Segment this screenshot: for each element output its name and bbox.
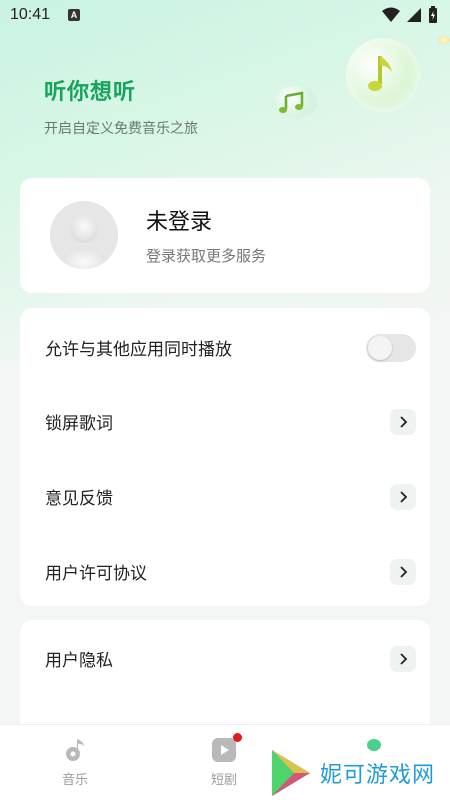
wifi-icon [382, 7, 400, 22]
setting-label: 允许与其他应用同时播放 [45, 340, 232, 360]
status-time: 10:41 [10, 6, 51, 23]
watermark-text: 妮可游戏网 [320, 763, 436, 788]
setting-row-lockscreen-lyrics[interactable]: 锁屏歌词 [20, 384, 430, 459]
battery-icon [429, 6, 437, 23]
concurrent-play-toggle[interactable] [366, 333, 416, 362]
chevron-right-icon [390, 558, 416, 585]
setting-row-privacy[interactable]: 用户隐私 [20, 621, 430, 696]
profile-card[interactable]: 未登录 登录获取更多服务 [20, 178, 430, 293]
setting-row-license[interactable]: 用户许可协议 [20, 534, 430, 609]
music-note-bubble-icon [346, 38, 420, 112]
default-avatar-icon [50, 201, 118, 269]
setting-row-feedback[interactable]: 意见反馈 [20, 459, 430, 534]
setting-label: 用户许可协议 [45, 564, 147, 584]
setting-label: 锁屏歌词 [45, 414, 113, 434]
tab-music[interactable]: 音乐 [0, 725, 150, 800]
profile-name[interactable]: 未登录 [146, 204, 212, 236]
status-icons [382, 6, 438, 24]
tab-label: 短剧 [210, 773, 237, 788]
tab-label: 音乐 [61, 773, 88, 788]
chevron-right-icon [390, 408, 416, 435]
watermark: 妮可游戏网 [270, 746, 450, 800]
signal-icon [407, 8, 421, 22]
profile-login-hint: 登录获取更多服务 [146, 247, 267, 265]
music-notes-bubble-icon [272, 86, 318, 118]
hero-subtitle: 开启自定义免费音乐之旅 [44, 121, 198, 137]
status-notification-icon: A [68, 9, 81, 21]
settings-card: 允许与其他应用同时播放 锁屏歌词 意见反馈 用户许可协议 [20, 308, 430, 606]
status-bar: 10:41 A [0, 0, 450, 30]
hero-title: 听你想听 [44, 80, 137, 105]
chevron-right-icon [390, 645, 416, 672]
setting-row-concurrent-play[interactable]: 允许与其他应用同时播放 [20, 310, 430, 385]
notification-badge [233, 733, 242, 742]
toggle-knob [368, 335, 392, 360]
watermark-play-logo-icon [272, 750, 310, 796]
setting-label: 用户隐私 [45, 651, 113, 671]
music-note-icon [66, 739, 84, 761]
small-bubble-decoration [438, 36, 450, 44]
chevron-right-icon [390, 483, 416, 510]
setting-label: 意见反馈 [45, 489, 113, 509]
